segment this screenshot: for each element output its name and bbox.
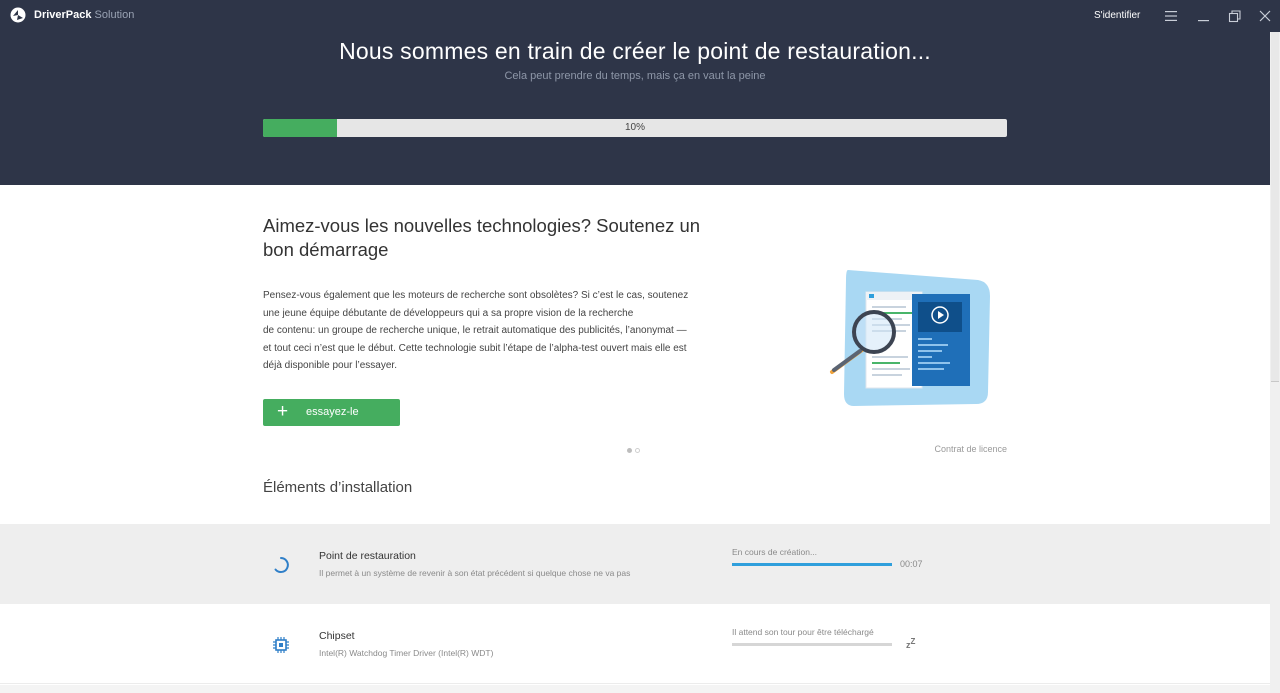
- promo-line: et tout ceci n’est que le début. Cette t…: [263, 342, 687, 354]
- install-item-description: Il permet à un système de revenir à son …: [319, 568, 631, 578]
- try-it-button[interactable]: + essayez-le: [263, 399, 400, 426]
- install-item-progress-fill: [732, 563, 892, 566]
- sleeping-icon: zZ: [906, 637, 916, 650]
- page-title: Nous sommes en train de créer le point d…: [339, 38, 931, 64]
- install-item-status: Il attend son tour pour être téléchargé: [732, 627, 874, 637]
- install-item-chipset: Chipset Intel(R) Watchdog Timer Driver (…: [0, 604, 1270, 684]
- restore-progress-label: 10%: [624, 122, 645, 133]
- installation-section-title: Éléments d’installation: [263, 479, 413, 496]
- app-logo: DriverPack Solution: [10, 7, 134, 23]
- driverpack-logo-icon: [10, 7, 26, 23]
- signin-link[interactable]: S'identifier: [1094, 10, 1140, 21]
- carousel-dot[interactable]: [635, 448, 640, 453]
- next-install-item-edge: [0, 685, 1270, 693]
- install-item-description: Intel(R) Watchdog Timer Driver (Intel(R)…: [319, 648, 494, 658]
- install-item-restore-point: Point de restauration Il permet à un sys…: [0, 524, 1270, 604]
- header: DriverPack Solution S'identifier Nous so…: [0, 0, 1280, 185]
- chip-icon: [273, 637, 289, 653]
- install-item-name: Chipset: [319, 630, 355, 642]
- search-illustration: [830, 270, 990, 406]
- app-name: DriverPack Solution: [34, 9, 135, 21]
- restore-progress-bar: 10%: [263, 119, 1007, 137]
- restore-window-icon[interactable]: [1227, 8, 1243, 24]
- spinner-icon: [274, 557, 289, 573]
- try-it-label: essayez-le: [306, 406, 359, 418]
- install-item-progress-bar: [732, 643, 892, 646]
- promo-line: déjà disponible pour l’essayer.: [263, 360, 397, 371]
- vertical-scrollbar[interactable]: [1270, 32, 1280, 693]
- promo-title: Aimez-vous les nouvelles technologies? S…: [263, 215, 701, 260]
- promo-line: une jeune équipe débutante de développeu…: [263, 307, 634, 319]
- hamburger-menu-icon[interactable]: [1163, 8, 1179, 24]
- promo-line: Pensez-vous également que les moteurs de…: [263, 290, 689, 301]
- page-subtitle: Cela peut prendre du temps, mais ça en v…: [504, 70, 766, 82]
- scrollbar-thumb[interactable]: [1271, 32, 1279, 382]
- carousel-dots: [627, 440, 643, 458]
- license-link[interactable]: Contrat de licence: [900, 444, 1007, 454]
- promo-text: Pensez-vous également que les moteurs de…: [263, 287, 733, 375]
- minimize-icon[interactable]: [1196, 8, 1212, 24]
- install-item-progress-bar: [732, 563, 892, 566]
- promo-line: de contenu: un groupe de recherche uniqu…: [263, 325, 687, 336]
- install-item-name: Point de restauration: [319, 550, 416, 562]
- install-item-time: 00:07: [900, 559, 923, 569]
- titlebar: DriverPack Solution S'identifier: [0, 0, 1280, 32]
- carousel-dot-active[interactable]: [627, 448, 632, 453]
- close-icon[interactable]: [1257, 8, 1273, 24]
- plus-icon: +: [277, 401, 289, 422]
- install-item-status: En cours de création...: [732, 547, 818, 557]
